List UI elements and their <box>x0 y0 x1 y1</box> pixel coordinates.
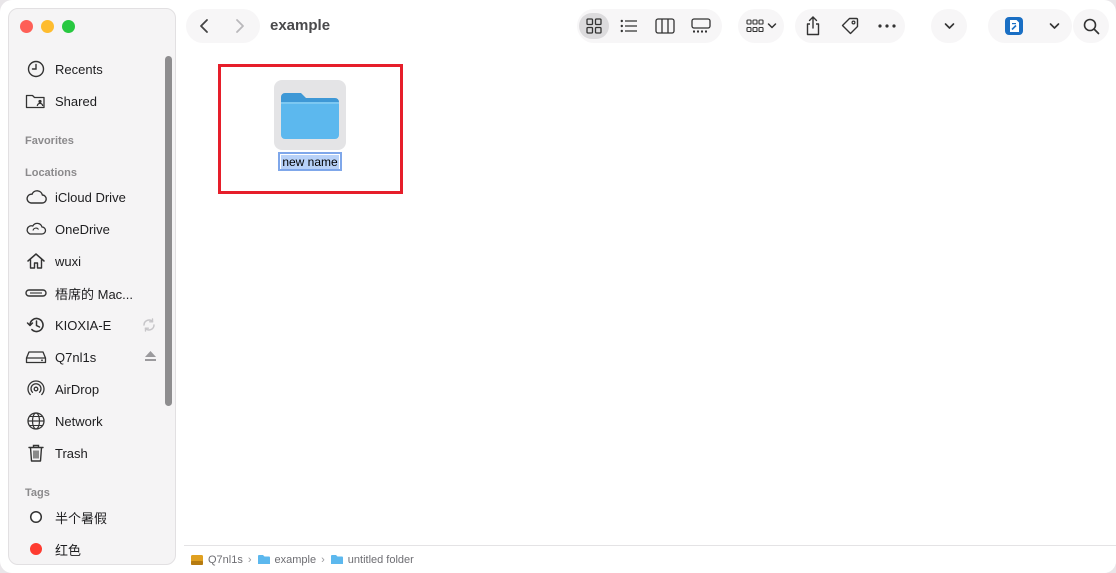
navigation-pill <box>186 9 260 43</box>
view-mode-group <box>577 9 722 43</box>
minimize-window-button[interactable] <box>41 20 54 33</box>
drive-icon <box>25 346 47 368</box>
cloud-icon <box>25 186 47 208</box>
tag-dot-icon <box>25 506 47 528</box>
sidebar-item-label: OneDrive <box>55 221 110 237</box>
column-view-button[interactable] <box>647 9 683 43</box>
locations-heading: Locations <box>25 167 77 179</box>
sidebar-item-label: Q7nl1s <box>55 349 97 365</box>
chevron-down-icon <box>767 23 776 29</box>
window-controls <box>20 20 75 33</box>
tag-dot-icon <box>25 538 47 560</box>
finder-window: Recents Shared Favorites Locations iClou… <box>0 0 1116 573</box>
share-icon <box>807 16 820 36</box>
sidebar-item-shared[interactable]: Shared <box>25 89 157 113</box>
sidebar-item-trash[interactable]: Trash <box>25 441 157 465</box>
icon-view-button[interactable] <box>579 13 609 39</box>
sidebar-item-label: Trash <box>55 445 88 461</box>
dropdown-button[interactable] <box>931 9 967 43</box>
chevron-down-icon <box>944 23 954 29</box>
computer-icon <box>25 282 47 304</box>
sidebar-item-label: wuxi <box>55 253 82 269</box>
annotation-highlight-box <box>218 64 403 194</box>
icon-view-icon <box>586 18 602 34</box>
path-bar: Q7nl1s › example › untitled folder <box>184 545 1116 573</box>
list-view-icon <box>620 19 637 33</box>
sidebar-item-label: AirDrop <box>55 381 100 397</box>
actions-group <box>795 9 905 43</box>
sidebar-tag-item-red[interactable]: 红色 <box>25 537 157 561</box>
sidebar-item-home[interactable]: wuxi <box>25 249 157 273</box>
sidebar-item-label: Network <box>55 413 103 429</box>
sidebar-item-network[interactable]: Network <box>25 409 157 433</box>
folder-icon <box>257 555 270 564</box>
path-separator: › <box>247 553 252 566</box>
cloud-outline-icon <box>25 218 47 240</box>
trash-icon <box>25 442 47 464</box>
app-extension-icon <box>1005 17 1023 35</box>
sidebar: Recents Shared Favorites Locations iClou… <box>8 8 176 565</box>
globe-icon <box>25 410 47 432</box>
toolbar: example <box>184 0 1116 52</box>
chevron-right-icon <box>236 19 244 33</box>
chevron-left-icon <box>200 19 208 33</box>
gallery-view-icon <box>691 18 711 33</box>
sidebar-item-airdrop[interactable]: AirDrop <box>25 377 157 401</box>
tag-button[interactable] <box>833 9 867 43</box>
sidebar-item-label: 红色 <box>55 542 82 558</box>
group-by-button[interactable] <box>738 9 784 43</box>
close-window-button[interactable] <box>20 20 33 33</box>
sidebar-item-label: 梧席的 Mac... <box>55 286 134 302</box>
group-icon <box>745 19 764 33</box>
back-button[interactable] <box>186 9 222 43</box>
sidebar-item-label: Shared <box>55 93 97 109</box>
zoom-window-button[interactable] <box>62 20 75 33</box>
sidebar-item-label: 半个暑假 <box>55 510 108 526</box>
gallery-view-button[interactable] <box>683 9 719 43</box>
shared-folder-icon <box>25 90 47 112</box>
sync-icon <box>141 317 157 336</box>
more-button[interactable] <box>870 9 904 43</box>
path-crumb-drive[interactable]: Q7nl1s <box>190 554 243 566</box>
path-separator: › <box>321 553 325 566</box>
clock-icon <box>25 58 47 80</box>
sidebar-item-recents[interactable]: Recents <box>25 57 157 81</box>
sidebar-item-label: KIOXIA-E <box>55 317 112 333</box>
drive-icon <box>191 554 203 565</box>
ellipsis-icon <box>878 24 896 28</box>
search-button[interactable] <box>1073 9 1109 43</box>
path-crumb-example[interactable]: example <box>257 554 316 566</box>
sidebar-scrollbar[interactable] <box>165 56 172 406</box>
sidebar-item-label: Recents <box>55 61 103 77</box>
folder-icon <box>330 555 343 564</box>
forward-button[interactable] <box>222 9 258 43</box>
sidebar-tag-item[interactable]: 半个暑假 <box>25 505 157 529</box>
search-icon <box>1083 18 1099 34</box>
tag-icon <box>841 17 859 35</box>
favorites-heading: Favorites <box>25 135 74 147</box>
sidebar-item-kioxia[interactable]: KIOXIA-E <box>25 313 157 337</box>
file-content-area[interactable]: new name <box>184 52 1116 545</box>
sidebar-item-icloud-drive[interactable]: iCloud Drive <box>25 185 157 209</box>
sidebar-item-label: iCloud Drive <box>55 189 126 205</box>
tags-heading: Tags <box>25 487 50 499</box>
airdrop-icon <box>25 378 47 400</box>
chevron-down-icon <box>1049 23 1060 29</box>
app-extension-button[interactable] <box>988 9 1072 43</box>
share-button[interactable] <box>796 9 830 43</box>
sidebar-item-onedrive[interactable]: OneDrive <box>25 217 157 241</box>
eject-icon[interactable] <box>144 350 157 365</box>
window-title: example <box>270 17 331 34</box>
sidebar-item-computer[interactable]: 梧席的 Mac... <box>25 281 157 305</box>
home-icon <box>25 250 47 272</box>
path-crumb-untitled-folder[interactable]: untitled folder <box>330 554 414 566</box>
column-view-icon <box>655 18 675 34</box>
time-machine-icon <box>25 314 47 336</box>
sidebar-item-q7nl1s[interactable]: Q7nl1s <box>25 345 157 369</box>
list-view-button[interactable] <box>611 9 647 43</box>
